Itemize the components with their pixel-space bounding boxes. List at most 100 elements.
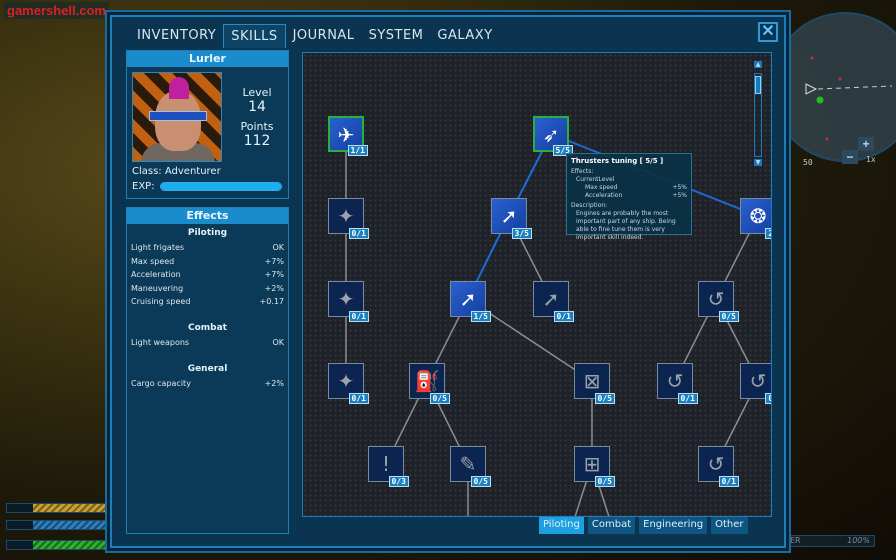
character-window: INVENTORY SKILLS JOURNAL SYSTEM GALAXY ✕… (110, 15, 786, 548)
zoom-out-button[interactable]: − (842, 150, 858, 164)
skill-level-badge: 1/1 (347, 145, 368, 156)
minimap[interactable] (770, 12, 896, 162)
fuel-can-icon: ⛽ (414, 369, 440, 393)
repair-icon: ✎ (459, 452, 477, 476)
skill-node[interactable]: ! 0/3 (368, 446, 409, 487)
scroll-thumb[interactable] (755, 76, 761, 94)
category-combat[interactable]: Combat (587, 517, 636, 534)
exp-bar (160, 182, 282, 191)
speed-ship-icon: ➚ (542, 287, 560, 311)
player-ship-marker (805, 83, 818, 95)
scroll-up-button[interactable]: ▲ (754, 61, 762, 68)
cargo-crate-icon: ⊠ (583, 369, 601, 393)
energy-bar (6, 503, 116, 513)
effects-panel: Effects Piloting Light frigates OK Max spee… (126, 207, 289, 534)
maneuver-icon: ↺ (707, 452, 725, 476)
skill-node[interactable]: ✎ 0/5 (450, 446, 491, 487)
warning-icon: ! (381, 452, 391, 476)
skill-node[interactable]: ➚ 1/5 (450, 281, 491, 322)
frigate-icon: ✦ (337, 204, 355, 228)
skill-level-badge: 0/5 (718, 311, 739, 322)
skill-node[interactable]: ↺ 0/1 (698, 446, 739, 487)
category-engineering[interactable]: Engineering (639, 517, 708, 534)
skill-level-badge: 0/5 (594, 476, 615, 487)
effect-row: Light weapons OK (131, 337, 284, 347)
skill-level-badge: 1/5 (470, 311, 491, 322)
effect-row: Acceleration +7% (131, 270, 284, 280)
minimap-distance: 50 (803, 158, 813, 167)
skill-level-badge: 0/5 (594, 393, 615, 404)
ship-icon: ✈ (337, 123, 355, 147)
maneuver-icon: ↺ (666, 369, 684, 393)
target-dot (816, 96, 824, 104)
speed-ship-icon: ➚ (459, 287, 477, 311)
skill-node[interactable]: ➚ 0/1 (533, 281, 574, 322)
effect-row: Maneuvering +2% (131, 283, 284, 293)
skill-level-badge: 3/5 (511, 228, 532, 239)
skill-node[interactable]: ↺ 0/1 (657, 363, 698, 404)
maneuver-icon: ↺ (749, 369, 767, 393)
skill-node[interactable]: ⊠ 0/5 (574, 363, 615, 404)
skill-tooltip: Thrusters tuning [ 5/5 ] Effects: Curren… (566, 153, 692, 241)
skill-node[interactable]: ⊞ 0/5 (574, 446, 615, 487)
effect-row: Max speed +7% (131, 256, 284, 266)
skill-node[interactable]: ➚ 3/5 (491, 198, 532, 239)
maneuver-icon: ↺ (707, 287, 725, 311)
effects-title: Effects (127, 208, 288, 224)
skill-node[interactable]: ✦ 0/1 (328, 198, 369, 239)
shield-bar (6, 520, 116, 530)
effects-group-title: Combat (188, 322, 227, 333)
skill-node[interactable]: ✈ 1/1 (328, 116, 368, 156)
tab-system[interactable]: SYSTEM (362, 24, 431, 48)
watermark: gamershell.com (4, 2, 109, 19)
effects-group-title: Piloting (187, 228, 228, 238)
hud-status: ER 100% (785, 535, 875, 547)
skill-node[interactable]: ✦ 0/1 (328, 363, 369, 404)
skill-level-badge: 0/1 (348, 311, 369, 322)
skill-node[interactable]: ↺0/ (740, 363, 771, 404)
category-piloting[interactable]: Piloting (539, 517, 584, 534)
skill-level-badge: 0/1 (348, 228, 369, 239)
effect-row: Light frigates OK (131, 243, 284, 252)
tree-scrollbar[interactable]: ▲ ▼ (754, 61, 762, 169)
skill-level-badge: 0/1 (348, 393, 369, 404)
skill-level-badge: 2/ (765, 228, 771, 239)
frigate-icon: ✦ (337, 369, 355, 393)
avatar (132, 72, 222, 162)
character-name: Lurler (127, 51, 288, 67)
minimap-zoom: 1x (866, 155, 876, 164)
tab-journal[interactable]: JOURNAL (286, 24, 362, 48)
skill-level-badge: 0/5 (429, 393, 450, 404)
skill-node[interactable]: ✦ 0/1 (328, 281, 369, 322)
close-button[interactable]: ✕ (758, 22, 778, 42)
skill-level-badge: 0/5 (470, 476, 491, 487)
skill-level-badge: 0/ (765, 393, 771, 404)
tab-inventory[interactable]: INVENTORY (130, 24, 223, 48)
tab-galaxy[interactable]: GALAXY (430, 24, 499, 48)
category-other[interactable]: Other (711, 517, 748, 534)
effect-row: Cargo capacity +2% (131, 378, 284, 388)
skill-level-badge: 0/1 (718, 476, 739, 487)
points-stat: Points 112 (240, 120, 274, 150)
frigate-icon: ✦ (337, 287, 355, 311)
effect-row: Cruising speed +0.17 (131, 297, 284, 307)
character-class: Class: Adventurer (132, 166, 221, 177)
tab-skills[interactable]: SKILLS (223, 24, 286, 48)
skill-level-badge: 0/1 (553, 311, 574, 322)
exp-label: EXP: (132, 181, 155, 192)
effects-group-title: General (187, 363, 228, 374)
skill-level-badge: 0/1 (677, 393, 698, 404)
skill-node[interactable]: ❂2/ (740, 198, 771, 239)
skill-node[interactable]: ↺ 0/5 (698, 281, 739, 322)
skill-node[interactable]: ➶ 5/5 (533, 116, 573, 156)
scroll-down-button[interactable]: ▼ (754, 159, 762, 166)
character-panel: Lurler Level 14 Points 112 Class: Adventur… (126, 50, 289, 199)
skill-node[interactable]: ⛽ 0/5 (409, 363, 450, 404)
engine-icon: ❂ (749, 204, 767, 228)
main-tabs: INVENTORY SKILLS JOURNAL SYSTEM GALAXY (130, 24, 500, 48)
zoom-in-button[interactable]: + (858, 137, 874, 151)
speed-ship-icon: ➚ (500, 204, 518, 228)
skill-tree[interactable]: ✈1/1➶5/5✦0/1➚3/5❂2/✦0/1➚1/5➚0/1↺0/5✦0/1⛽… (302, 52, 772, 517)
level-stat: Level 14 (242, 86, 272, 116)
cargo-crates-icon: ⊞ (583, 452, 601, 476)
